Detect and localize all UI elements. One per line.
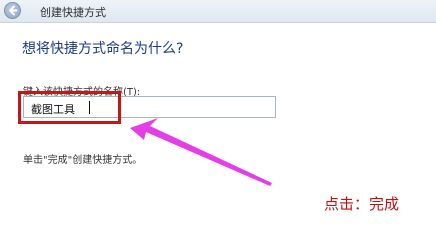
pointer-arrow <box>130 118 272 186</box>
annotation-click-finish: 点击：完成 <box>324 195 400 213</box>
create-shortcut-dialog: 创建快捷方式 想将快捷方式命名为什么? 键入该快捷方式的名称(T): 截图工具 … <box>0 0 436 223</box>
arrow-shape <box>130 118 272 186</box>
